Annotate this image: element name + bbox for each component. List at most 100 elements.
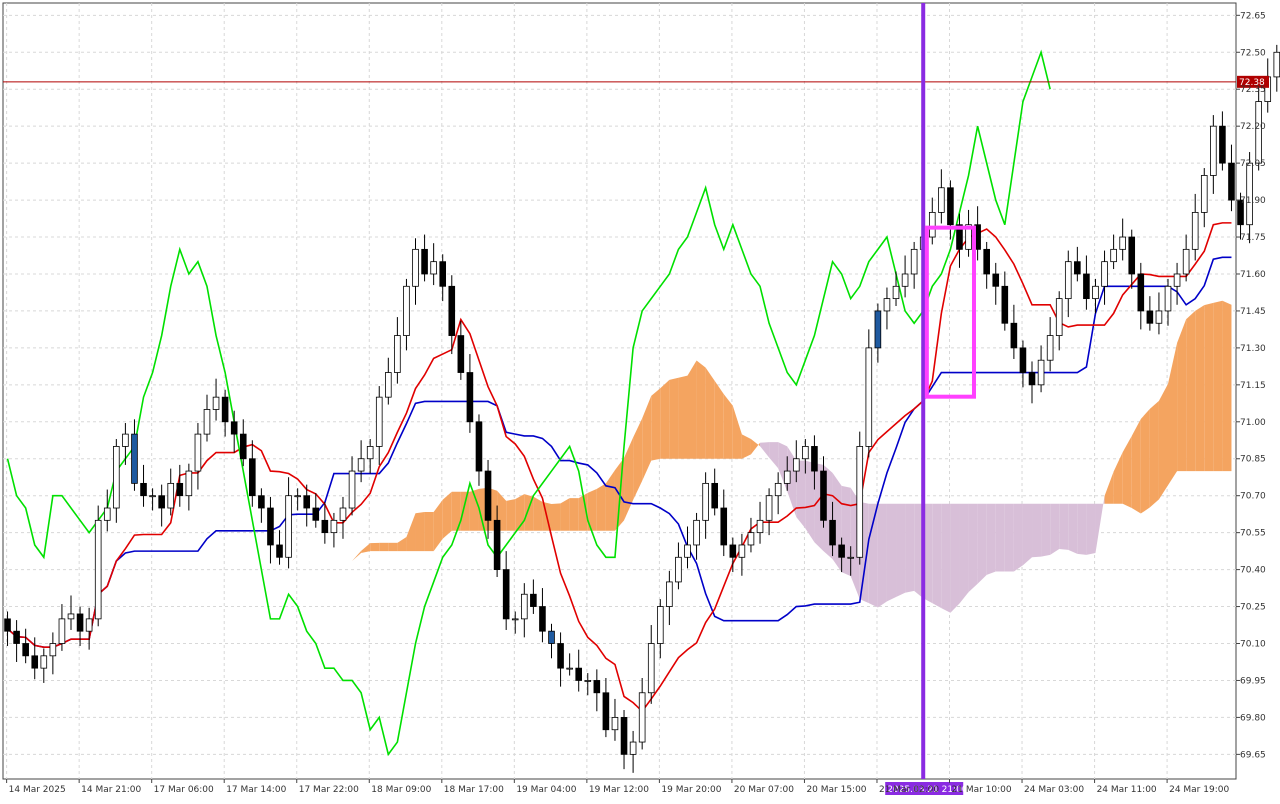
candle-body: [13, 630, 20, 644]
candle-body: [511, 618, 519, 621]
candle-body: [1046, 335, 1054, 361]
candle-body: [947, 187, 954, 226]
candle-body: [1164, 285, 1172, 312]
candle-body: [49, 643, 57, 657]
candle-body: [321, 519, 329, 534]
candle-body: [140, 482, 147, 497]
kumo-bull-segment: [388, 542, 398, 552]
candle-body: [167, 482, 175, 509]
candle-body: [1182, 248, 1190, 275]
candle-body: [285, 495, 292, 558]
candle-body: [1074, 261, 1081, 275]
candle-body: [131, 433, 138, 484]
candle-body: [366, 446, 374, 460]
candle-body: [738, 544, 746, 558]
kumo-bull-segment: [442, 491, 452, 539]
price-tick-label: 70.85: [1240, 455, 1266, 465]
candle-body: [249, 458, 256, 497]
kumo-bull-segment: [651, 388, 661, 461]
candle-body: [312, 507, 320, 521]
candle-body: [983, 248, 990, 275]
kumo-bear-segment: [805, 460, 815, 543]
kumo-bull-segment: [705, 367, 715, 459]
candle-body: [1228, 162, 1235, 201]
candle-body: [693, 519, 700, 546]
candle-body: [85, 618, 93, 632]
kumo-bear-segment: [932, 503, 942, 609]
plot-frame: [2, 2, 1237, 780]
price-tick-label: 72.65: [1240, 11, 1266, 21]
candle-body: [647, 643, 655, 694]
candle-body: [756, 519, 764, 534]
candle-body: [593, 680, 601, 694]
candle-body: [22, 643, 29, 657]
time-tick-label: 17 Mar 06:00: [154, 785, 214, 795]
candle-body: [720, 507, 728, 546]
candle-body: [774, 482, 782, 497]
kumo-bear-segment: [1077, 503, 1087, 555]
kumo-bull-segment: [1149, 400, 1159, 508]
kumo-bear-segment: [968, 503, 978, 593]
candle-body: [493, 519, 501, 571]
time-tick-label: 20 Mar 07:00: [734, 785, 794, 795]
candle-body: [611, 717, 619, 731]
kumo-bear-segment: [1041, 503, 1051, 557]
candle-body: [811, 446, 818, 472]
kumo-bull-segment: [678, 375, 688, 459]
kumo-bull-segment: [415, 512, 425, 552]
candle-body: [58, 618, 66, 644]
candle-body: [357, 458, 365, 472]
candle-body: [530, 593, 537, 607]
candle-body: [557, 643, 564, 669]
kumo-bull-segment: [1213, 300, 1223, 472]
kumo-bull-segment: [533, 496, 543, 531]
kumo-bull-segment: [506, 499, 516, 531]
candle-body: [1191, 211, 1199, 250]
candle-body: [122, 433, 129, 447]
candle-body: [76, 613, 84, 632]
candle-body: [802, 446, 809, 460]
candle-body: [203, 409, 211, 435]
price-tick-label: 69.80: [1240, 713, 1266, 723]
chart-svg[interactable]: 72.382025.03.21 21:00 72.6572.5072.3572.…: [0, 0, 1280, 800]
kumo-bull-segment: [687, 360, 697, 459]
candle-body: [656, 606, 664, 644]
time-tick-label: 18 Mar 09:00: [371, 785, 431, 795]
candle-body: [430, 261, 437, 275]
candle-body: [267, 507, 274, 546]
kumo-bull-segment: [596, 483, 606, 531]
price-tick-label: 72.05: [1240, 159, 1266, 169]
candle-body: [466, 372, 474, 423]
candle-body: [1019, 347, 1027, 373]
candle-body: [539, 606, 546, 632]
ichimoku-chart[interactable]: 72.38 2025.03.21 21:00 72.65 72.50 72.35 72.…: [0, 0, 1280, 800]
candle-body: [1055, 298, 1063, 336]
candle-body: [1219, 125, 1226, 164]
candle-body: [938, 187, 945, 213]
price-tick-label: 72.50: [1240, 48, 1266, 58]
time-tick-label: 24 Mar 11:00: [1097, 785, 1157, 795]
candle-body: [1092, 285, 1099, 300]
kumo-bull-segment: [714, 380, 724, 459]
candle-body: [303, 495, 311, 509]
candle-body: [67, 613, 75, 620]
kumo-bear-segment: [905, 503, 915, 593]
kumo-bull-segment: [379, 542, 389, 552]
candle-body: [502, 569, 510, 620]
candle-body: [820, 470, 827, 521]
kumo-bull-segment: [424, 512, 434, 552]
candle-body: [276, 544, 283, 558]
candle-body: [838, 544, 845, 558]
price-axis: 72.65 72.50 72.35 72.20 72.05 71.90 71.75 71.60…: [1236, 11, 1266, 760]
candle-body: [394, 335, 401, 373]
price-tick-label: 71.30: [1240, 344, 1266, 354]
candle-body: [1101, 261, 1108, 287]
price-tick-label: 70.10: [1240, 640, 1266, 650]
kumo-bear-segment: [1022, 503, 1033, 566]
price-tick-label: 71.90: [1240, 196, 1266, 206]
candle-body: [602, 692, 610, 731]
kumo-bear-segment: [841, 485, 851, 577]
candle-body: [385, 372, 392, 398]
candle-body: [856, 446, 864, 558]
kumo-bear-segment: [950, 503, 960, 613]
